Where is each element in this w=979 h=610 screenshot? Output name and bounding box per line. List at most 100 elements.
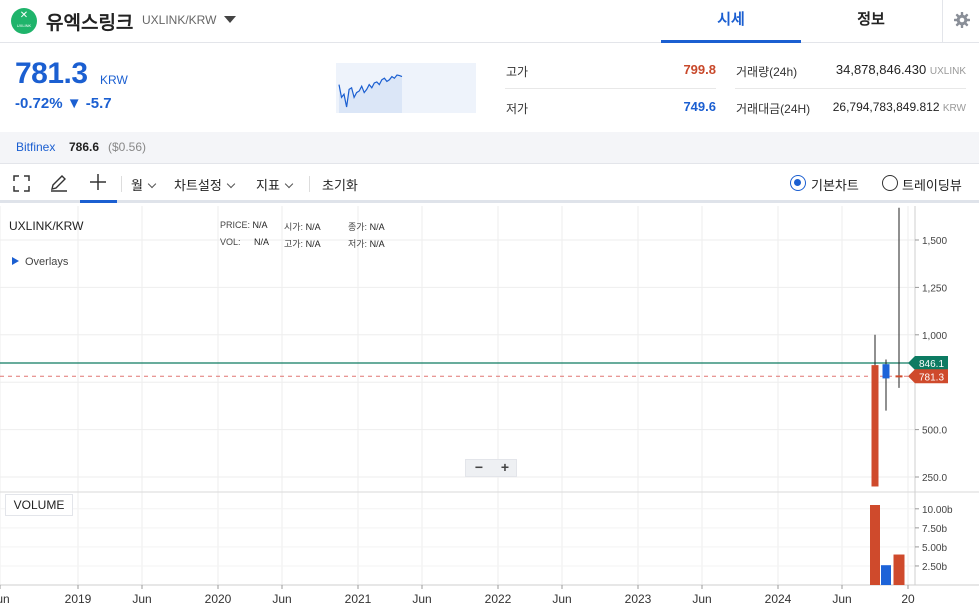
low-label: 저가 bbox=[506, 102, 529, 116]
volume-bar bbox=[870, 505, 880, 585]
amount-value: 26,794,783,849.812 KRW bbox=[800, 100, 966, 114]
zoom-in-button[interactable]: + bbox=[492, 459, 518, 475]
volume-unit: UXLINK bbox=[929, 66, 966, 77]
period-select[interactable]: 월 bbox=[131, 175, 157, 194]
y-tick-label: 250.0 bbox=[922, 473, 947, 484]
price-change: -0.72% ▼ -5.7 bbox=[15, 95, 112, 112]
x-tick-label: 2023 bbox=[625, 592, 652, 606]
ohlc-vol: VOL: N/A bbox=[220, 237, 269, 247]
volume-pane-label: VOLUME bbox=[5, 494, 73, 516]
x-tick-label: Jun bbox=[0, 592, 10, 606]
x-tick-label: Jun bbox=[412, 592, 431, 606]
ohlc-label: 종가: bbox=[348, 222, 368, 232]
vol-tick-label: 7.50b bbox=[922, 524, 947, 535]
overlays-toggle[interactable]: Overlays bbox=[12, 256, 68, 268]
candle-body bbox=[895, 375, 903, 378]
ohlc-open: 시가: N/A bbox=[284, 220, 321, 233]
settings-button[interactable] bbox=[942, 0, 979, 43]
x-tick-label: Jun bbox=[832, 592, 851, 606]
bitfinex-usd: ($0.56) bbox=[108, 140, 147, 154]
chart-toolbar: 월 차트설정 지표 초기화 기본차트 트레이딩뷰 bbox=[0, 163, 979, 203]
zoom-controls: − + bbox=[465, 459, 517, 477]
low-value: 749.6 bbox=[683, 99, 716, 114]
x-tick-label: Jun bbox=[552, 592, 571, 606]
chevron-down-icon bbox=[284, 179, 294, 189]
ohlc-value: N/A bbox=[369, 222, 385, 232]
volume-label: 거래량(24h) bbox=[736, 65, 798, 79]
volume-value: 34,878,846.430 UXLINK bbox=[800, 62, 966, 77]
coin-dropdown-icon[interactable] bbox=[224, 16, 236, 23]
vol-tick-label: 10.00b bbox=[922, 505, 953, 516]
zoom-out-button[interactable]: − bbox=[466, 459, 492, 475]
ohlc-value: N/A bbox=[305, 239, 321, 249]
candle-body bbox=[871, 365, 879, 487]
coin-pair[interactable]: UXLINK/KRW bbox=[142, 13, 216, 27]
x-tick-label: 2022 bbox=[485, 592, 512, 606]
change-percent: -0.72% bbox=[15, 95, 63, 112]
x-tick-label: Jun bbox=[272, 592, 291, 606]
bitfinex-link[interactable]: Bitfinex bbox=[16, 140, 55, 154]
current-price: 781.3 bbox=[15, 57, 88, 90]
logo-mark-icon: ✕ bbox=[19, 10, 29, 21]
indicators-label: 지표 bbox=[256, 178, 280, 193]
reset-button[interactable]: 초기화 bbox=[322, 175, 358, 194]
tab-market[interactable]: 시세 bbox=[661, 0, 801, 43]
volume-bar bbox=[881, 565, 891, 585]
tab-info[interactable]: 정보 bbox=[801, 0, 941, 43]
period-label: 월 bbox=[131, 178, 143, 193]
ohlc-price: PRICE: N/A bbox=[220, 220, 268, 230]
ohlc-value: N/A bbox=[252, 220, 268, 230]
x-tick-label: 2024 bbox=[765, 592, 792, 606]
ohlc-label: 시가: bbox=[284, 222, 304, 232]
gear-icon bbox=[954, 12, 970, 28]
chart-basic-label[interactable]: 기본차트 bbox=[811, 175, 859, 194]
chart-symbol: UXLINK/KRW bbox=[9, 219, 84, 233]
divider bbox=[735, 88, 966, 89]
top-header: ✕ UXLINK 유엑스링크 UXLINK/KRW 시세 정보 bbox=[0, 0, 979, 43]
fullscreen-icon[interactable] bbox=[13, 175, 30, 192]
chart-canvas[interactable]: 1,500 1,250 1,000 500.0 250.0 10.00b 7.50b 5.00… bbox=[0, 206, 979, 610]
candle-body bbox=[882, 364, 890, 379]
x-tick-label: 20 bbox=[901, 592, 915, 606]
x-tick-label: 2020 bbox=[205, 592, 232, 606]
x-tick-label: Jun bbox=[132, 592, 151, 606]
volume-bar bbox=[893, 554, 905, 585]
chart-tradingview-radio[interactable] bbox=[882, 175, 898, 191]
crosshair-icon[interactable] bbox=[89, 173, 107, 191]
ohlc-label: PRICE: bbox=[220, 220, 251, 230]
current-price-tag-label: 846.1 bbox=[919, 359, 944, 370]
ohlc-value: N/A bbox=[254, 237, 270, 247]
chart-basic-radio[interactable] bbox=[790, 175, 806, 191]
amount-number: 26,794,783,849.812 bbox=[832, 100, 940, 114]
draw-pen-icon[interactable] bbox=[49, 174, 69, 192]
chart-settings-label: 차트설정 bbox=[174, 178, 222, 193]
x-tick-label: 2021 bbox=[345, 592, 372, 606]
ohlc-high: 고가: N/A bbox=[284, 237, 321, 250]
divider bbox=[121, 176, 122, 192]
x-tick-label: 2019 bbox=[65, 592, 92, 606]
ohlc-value: N/A bbox=[305, 222, 321, 232]
bitfinex-bar: Bitfinex 786.6 ($0.56) bbox=[0, 132, 979, 163]
indicators-menu[interactable]: 지표 bbox=[256, 175, 294, 194]
chart-tradingview-label[interactable]: 트레이딩뷰 bbox=[902, 175, 962, 194]
y-tick-label: 1,250 bbox=[922, 283, 947, 294]
price-chart[interactable]: 1,500 1,250 1,000 500.0 250.0 10.00b 7.50b 5.00… bbox=[0, 206, 979, 610]
ohlc-close: 종가: N/A bbox=[348, 220, 385, 233]
high-label: 고가 bbox=[506, 65, 529, 79]
vol-tick-label: 5.00b bbox=[922, 543, 947, 554]
chart-settings-menu[interactable]: 차트설정 bbox=[174, 175, 236, 194]
x-tick-label: Jun bbox=[692, 592, 711, 606]
coin-name[interactable]: 유엑스링크 bbox=[46, 8, 133, 35]
ohlc-label: VOL: bbox=[220, 237, 241, 247]
expand-triangle-icon bbox=[12, 257, 19, 265]
ohlc-label: 저가: bbox=[348, 239, 368, 249]
last-price-tag-label: 781.3 bbox=[919, 372, 944, 383]
ohlc-label: 고가: bbox=[284, 239, 304, 249]
y-tick-label: 1,000 bbox=[922, 331, 947, 342]
logo-text: UXLINK bbox=[16, 23, 32, 28]
overlays-label: Overlays bbox=[25, 256, 69, 268]
volume-number: 34,878,846.430 bbox=[835, 62, 927, 77]
coin-logo: ✕ UXLINK bbox=[11, 8, 37, 34]
y-tick-label: 1,500 bbox=[922, 236, 947, 247]
y-tick-label: 500.0 bbox=[922, 426, 947, 437]
